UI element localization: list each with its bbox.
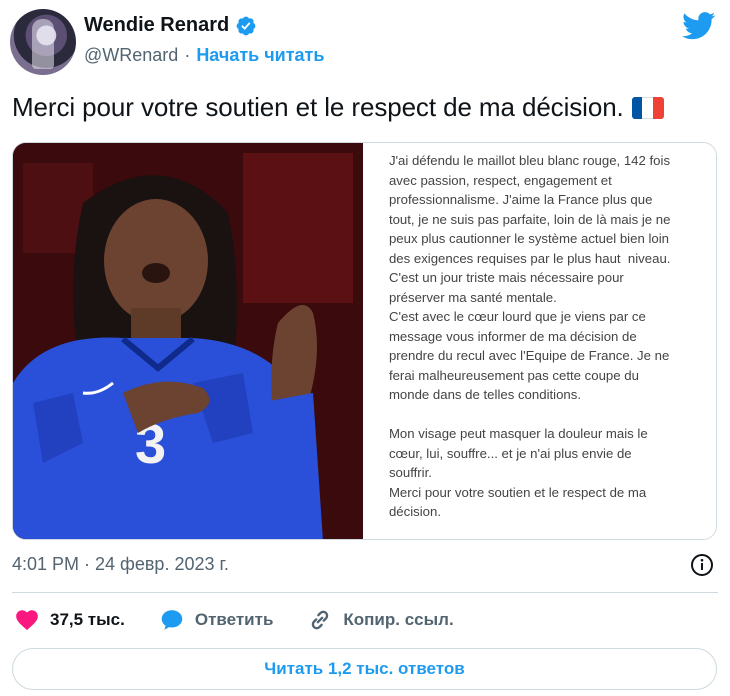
author-avatar[interactable]	[10, 9, 76, 75]
follow-link[interactable]: Начать читать	[196, 45, 324, 66]
tweet-media[interactable]: 3 J'ai défendu le maillot bleu blanc rou…	[12, 142, 717, 540]
france-flag-icon	[631, 96, 664, 119]
author-name-row: Wendie Renard	[84, 14, 257, 37]
author-handle-row: @WRenard · Начать читать	[84, 45, 324, 66]
player-photo[interactable]: 3	[13, 143, 363, 539]
reply-button[interactable]: Ответить	[159, 607, 274, 633]
tweet-actions: 37,5 тыс. Ответить Копир. ссыл.	[14, 606, 488, 634]
tweet-text-content: Merci pour votre soutien et le respect d…	[12, 92, 624, 122]
player-photo-illustration: 3	[13, 143, 363, 539]
copy-link-button[interactable]: Копир. ссыл.	[307, 607, 454, 633]
like-button[interactable]: 37,5 тыс.	[14, 607, 125, 633]
link-icon	[312, 610, 329, 630]
statement-text-panel: J'ai défendu le maillot bleu blanc rouge…	[362, 143, 716, 539]
reply-label: Ответить	[194, 610, 274, 629]
heart-icon	[16, 610, 38, 631]
author-display-name[interactable]: Wendie Renard	[84, 14, 229, 37]
like-count: 37,5 тыс.	[50, 610, 125, 629]
twitter-bird-icon[interactable]	[682, 12, 716, 40]
divider	[12, 592, 718, 593]
read-replies-button[interactable]: Читать 1,2 тыс. ответов	[12, 648, 717, 690]
statement-text: J'ai défendu le maillot bleu blanc rouge…	[388, 153, 671, 519]
copy-link-label: Копир. ссыл.	[343, 610, 454, 629]
tweet-timestamp[interactable]: 4:01 PM · 24 февр. 2023 г.	[12, 554, 229, 575]
author-handle[interactable]: @WRenard	[84, 45, 178, 66]
reply-bubble-icon	[161, 610, 183, 630]
info-icon[interactable]	[690, 553, 714, 577]
separator-dot: ·	[184, 45, 191, 65]
tweet-text: Merci pour votre soutien et le respect d…	[12, 92, 664, 123]
verified-badge-icon	[236, 16, 256, 35]
